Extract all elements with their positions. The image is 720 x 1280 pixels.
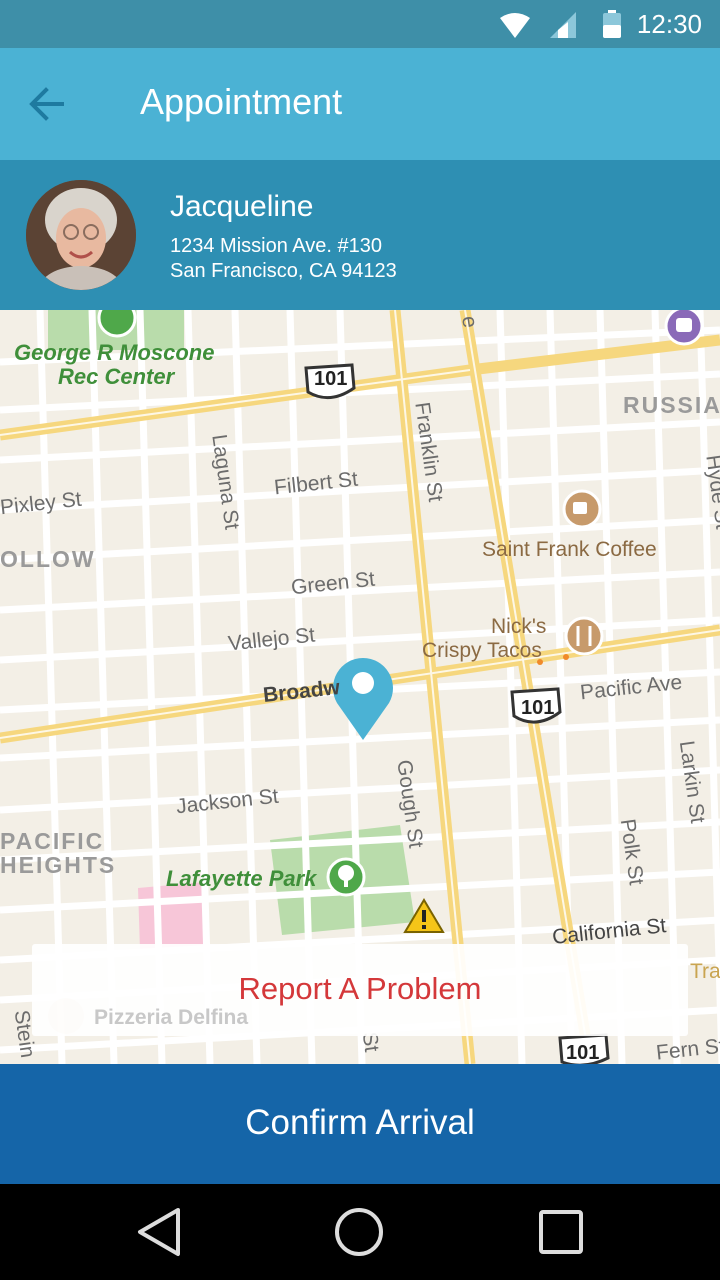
map-label-moscone-2: Rec Center [58, 364, 175, 389]
location-pin-icon[interactable] [333, 658, 394, 740]
map-label-russian: RUSSIA [623, 392, 720, 418]
battery-icon [603, 10, 621, 38]
report-problem-label: Report A Problem [238, 971, 482, 1006]
system-nav-bar [0, 1184, 720, 1280]
map-label-tra: Tra [690, 960, 720, 983]
back-nav-icon[interactable] [136, 1206, 184, 1258]
report-problem-button[interactable]: Pizzeria Delfina Report A Problem [32, 944, 688, 1036]
map-label-lafayette: Lafayette Park [166, 866, 317, 891]
home-nav-icon[interactable] [333, 1206, 385, 1258]
map-label-hollow: OLLOW [0, 546, 96, 572]
back-arrow-icon[interactable] [24, 82, 72, 126]
wifi-icon [500, 13, 530, 38]
client-panel: Jacqueline 1234 Mission Ave. #130 San Fr… [0, 160, 720, 310]
map-label-heights: HEIGHTS [0, 852, 117, 878]
cell-signal-icon [550, 12, 576, 38]
hwy-101-bottom: 101 [566, 1042, 600, 1064]
map-label-nicks-2: Crispy Tacos [422, 639, 542, 662]
page-title: Appointment [140, 81, 343, 122]
map-label-saint-frank: Saint Frank Coffee [482, 538, 657, 561]
client-address-line1: 1234 Mission Ave. #130 [170, 235, 383, 257]
client-name: Jacqueline [170, 190, 314, 223]
map-label-pacific: PACIFIC [0, 828, 105, 854]
app-bar: Appointment [0, 48, 720, 160]
client-avatar [26, 180, 136, 290]
recents-nav-icon[interactable] [537, 1208, 585, 1256]
hwy-101-top: 101 [314, 368, 348, 390]
status-bar: 12:30 [0, 0, 720, 48]
confirm-arrival-button[interactable]: Confirm Arrival [0, 1064, 720, 1184]
map-label-moscone: George R Moscone [14, 340, 215, 365]
client-address-line2: San Francisco, CA 94123 [170, 260, 397, 282]
confirm-arrival-label: Confirm Arrival [245, 1103, 475, 1142]
map-label-pizzeria: Pizzeria Delfina [94, 1006, 249, 1029]
status-time: 12:30 [636, 9, 702, 39]
map-label-nicks: Nick's [491, 615, 547, 638]
hwy-101-mid: 101 [521, 697, 555, 719]
